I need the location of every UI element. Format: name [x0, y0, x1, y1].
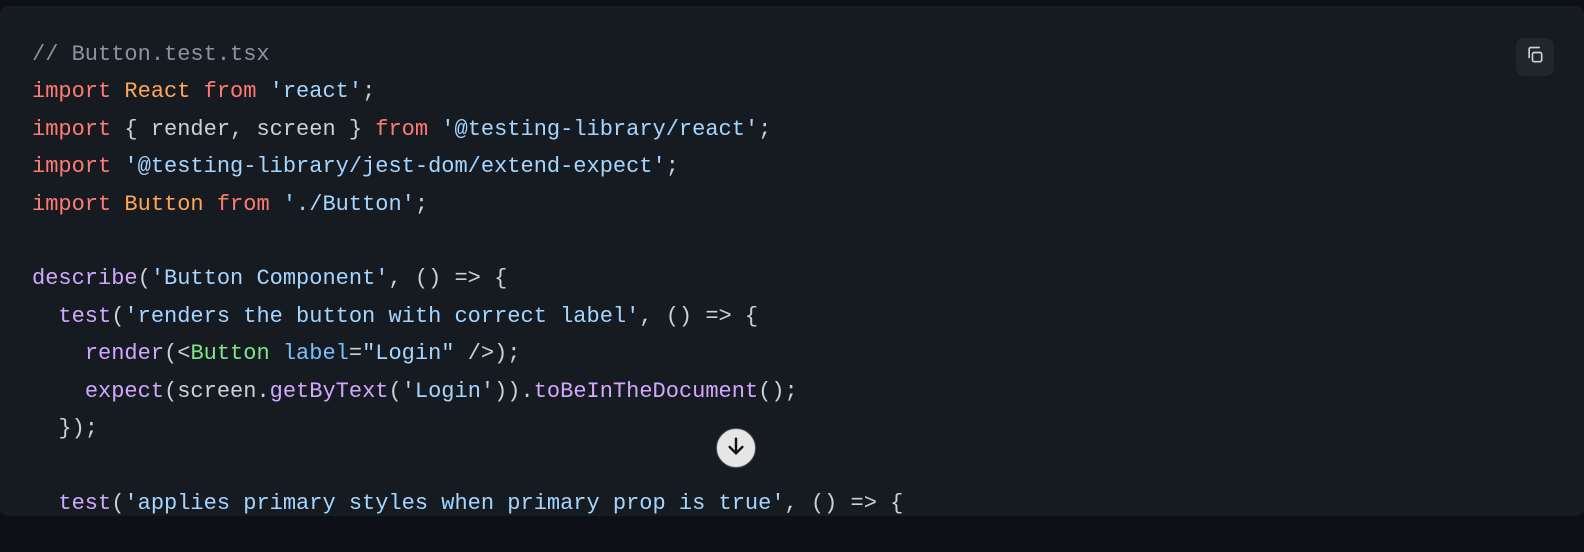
code-punct: ( — [111, 304, 124, 329]
code-punct: , () => { — [785, 491, 904, 516]
code-punct: (); — [758, 379, 798, 404]
code-jsx-component: Button — [190, 341, 269, 366]
code-function: describe — [32, 266, 138, 291]
code-indent — [32, 491, 58, 516]
code-string: '@testing-library/jest-dom/extend-expect… — [124, 154, 665, 179]
code-identifier: Button — [124, 192, 203, 217]
code-content: // Button.test.tsx import React from 're… — [0, 6, 1584, 552]
copy-button[interactable] — [1516, 38, 1554, 76]
code-punct: } — [336, 117, 376, 142]
code-punct: , () => { — [639, 304, 758, 329]
code-string: '@testing-library/react' — [441, 117, 758, 142]
code-string: 'react' — [270, 79, 362, 104]
code-punct: = — [349, 341, 362, 366]
code-punct: ( — [388, 379, 401, 404]
code-string: 'applies primary styles when primary pro… — [124, 491, 784, 516]
code-punct: /> — [455, 341, 495, 366]
copy-icon — [1525, 45, 1545, 70]
code-function: expect — [85, 379, 164, 404]
code-space — [270, 341, 283, 366]
code-punct: ; — [666, 154, 679, 179]
code-punct: ( — [138, 266, 151, 291]
code-comment: // Button.test.tsx — [32, 42, 270, 67]
code-keyword: import — [32, 79, 111, 104]
code-punct: ); — [494, 341, 520, 366]
code-identifier: React — [124, 79, 190, 104]
code-keyword: import — [32, 117, 111, 142]
code-indent — [32, 341, 85, 366]
code-punct: )). — [494, 379, 534, 404]
code-punct: ( — [111, 491, 124, 516]
code-keyword: from — [375, 117, 428, 142]
code-punct: ; — [758, 117, 771, 142]
code-string: 'Button Component' — [151, 266, 389, 291]
code-indent — [32, 379, 85, 404]
code-punct: , () => { — [388, 266, 507, 291]
code-keyword: import — [32, 192, 111, 217]
code-keyword: from — [204, 79, 257, 104]
code-punct: ( — [164, 341, 177, 366]
code-string: "Login" — [362, 341, 454, 366]
code-string: 'Login' — [402, 379, 494, 404]
code-function: getByText — [270, 379, 389, 404]
code-block-container: // Button.test.tsx import React from 're… — [0, 6, 1584, 516]
arrow-down-icon — [725, 435, 747, 462]
code-punct: ; — [362, 79, 375, 104]
scroll-down-button[interactable] — [716, 428, 756, 468]
code-indent — [32, 416, 58, 441]
code-function: render — [85, 341, 164, 366]
code-string: 'renders the button with correct label' — [124, 304, 639, 329]
code-identifier: render, screen — [151, 117, 336, 142]
code-punct: ; — [415, 192, 428, 217]
code-function: test — [58, 304, 111, 329]
code-keyword: from — [217, 192, 270, 217]
code-punct: }); — [58, 416, 98, 441]
code-keyword: import — [32, 154, 111, 179]
code-punct: (screen. — [164, 379, 270, 404]
code-jsx-attr: label — [283, 341, 349, 366]
code-punct: < — [177, 341, 190, 366]
code-string: './Button' — [283, 192, 415, 217]
code-function: toBeInTheDocument — [534, 379, 758, 404]
code-function: test — [58, 491, 111, 516]
code-indent — [32, 304, 58, 329]
code-punct: { — [111, 117, 151, 142]
